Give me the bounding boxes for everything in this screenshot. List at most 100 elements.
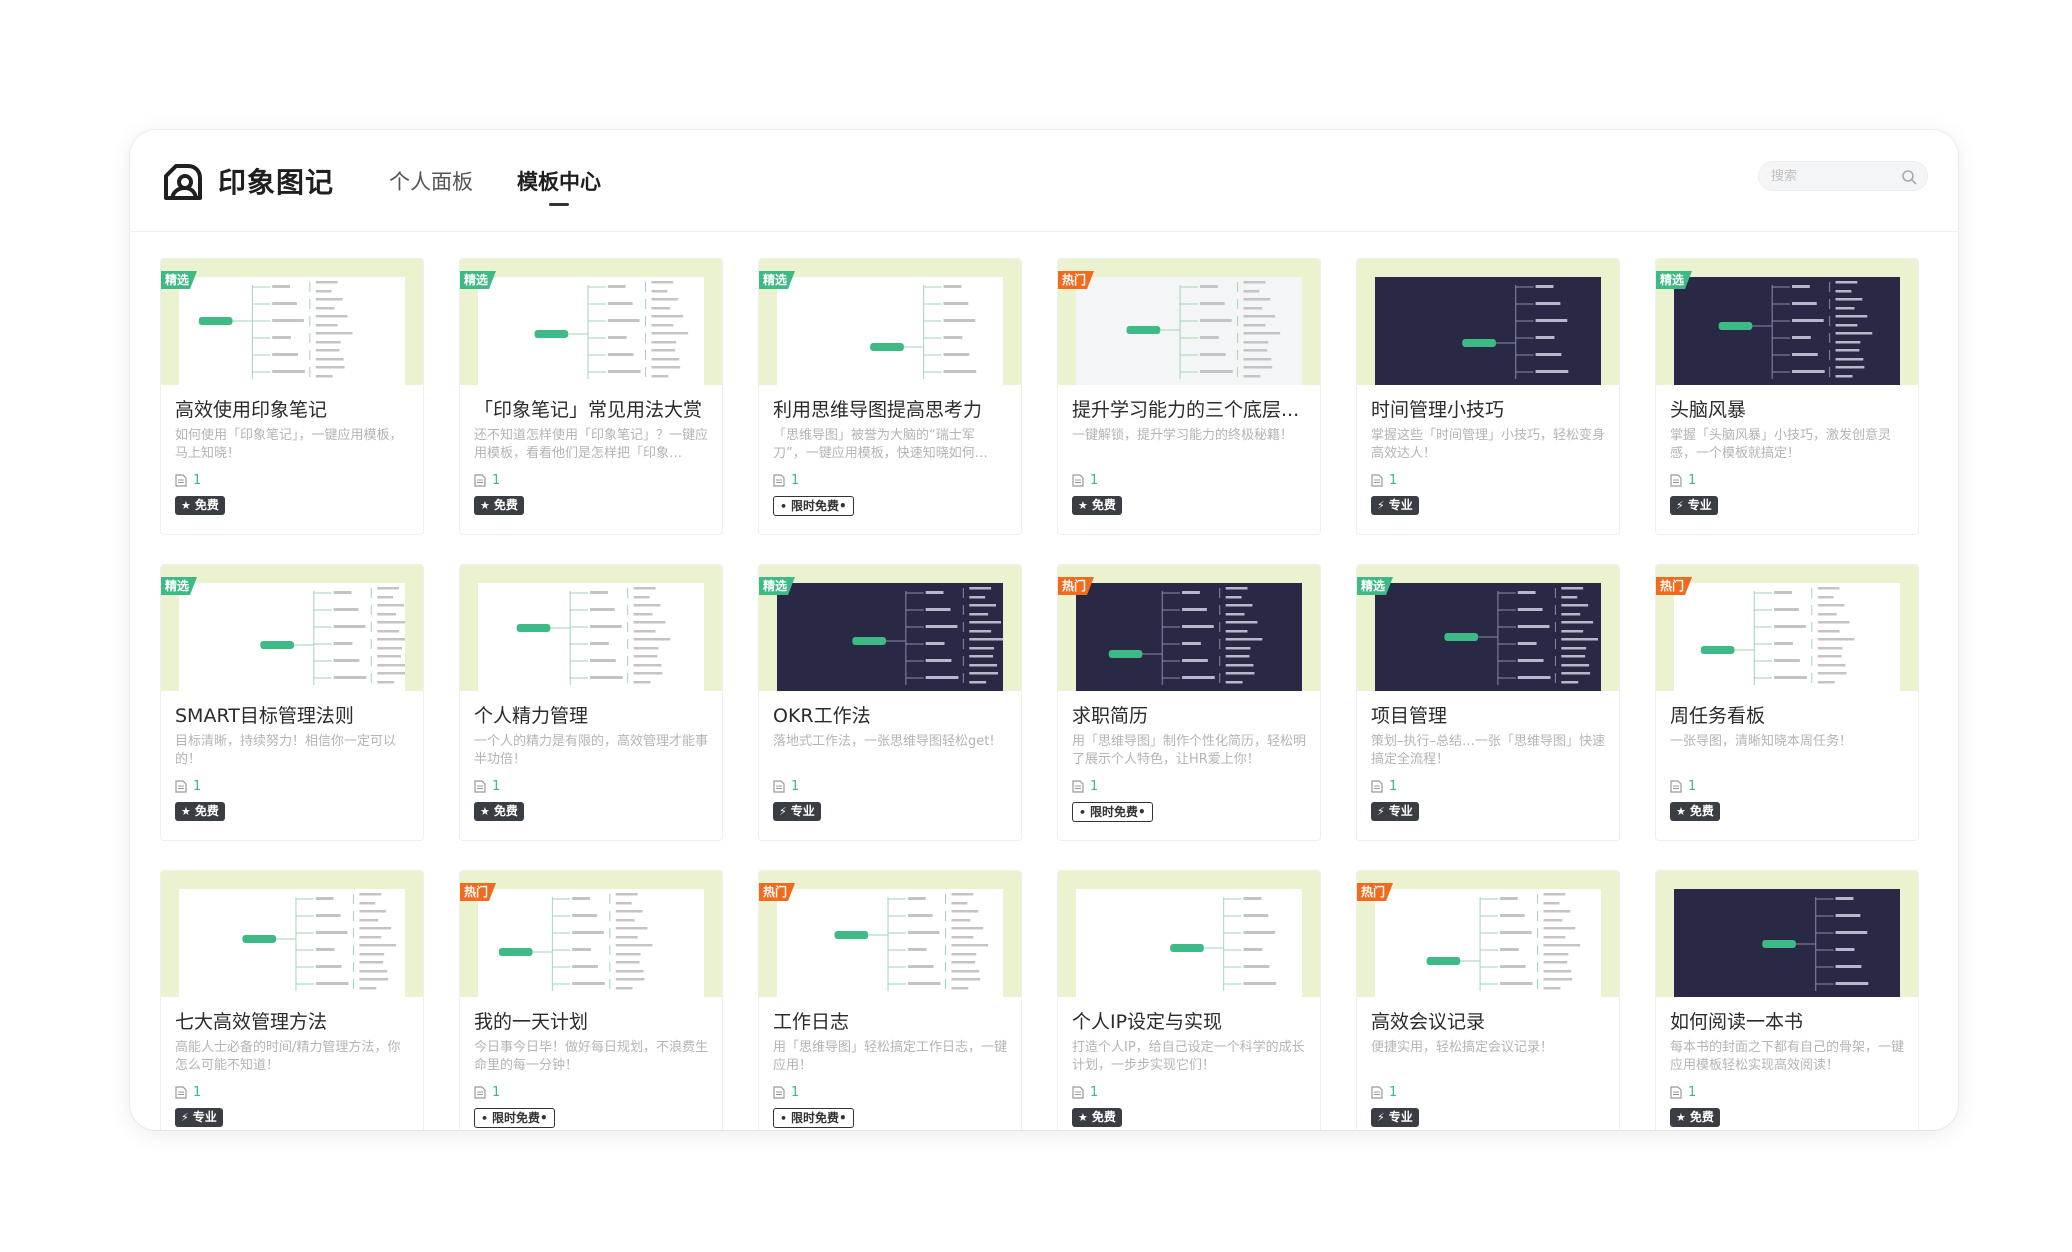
template-thumbnail [1058, 871, 1320, 997]
template-card[interactable]: 精选 「印象笔记」常见用法大赏 还不知道怎样使用「印象笔记」？一键应用模板，看看… [459, 258, 723, 535]
template-card[interactable]: 热门 提升学习能力的三个底层... 一键解锁，提升学习能力的终极秘籍！ 1 ★ … [1057, 258, 1321, 535]
badge-label: 专业 [1388, 498, 1413, 512]
card-body: 求职简历 用「思维导图」制作个性化简历，轻松明了展示个人特色，让HR爱上你！ 1… [1058, 691, 1320, 822]
search-icon[interactable] [1901, 169, 1917, 185]
template-card[interactable]: 热门 求职简历 用「思维导图」制作个性化简历，轻松明了展示个人特色，让HR爱上你… [1057, 564, 1321, 841]
usage-count: 1 [1090, 1085, 1099, 1100]
dot-icon: • [839, 498, 847, 513]
card-title: SMART目标管理法则 [175, 705, 354, 727]
card-description: 还不知道怎样使用「印象笔记」？一键应用模板，看看他们是怎样把「印象… [474, 428, 708, 461]
card-title: 周任务看板 [1670, 705, 1766, 727]
card-meta: 1 [1072, 473, 1306, 488]
price-badge: ★ 免费 [1670, 802, 1720, 821]
mindmap-preview [478, 889, 704, 997]
star-icon: ★ [480, 805, 490, 818]
document-icon [175, 474, 187, 487]
price-badge: ★ 免费 [175, 496, 225, 515]
lightning-icon: ⚡ [1377, 1111, 1385, 1124]
card-title: 提升学习能力的三个底层... [1072, 399, 1300, 421]
mindmap-svg [534, 281, 689, 379]
mindmap-preview [1674, 583, 1900, 691]
mindmap-svg [1126, 281, 1281, 379]
app-logo[interactable]: 印象图记 [160, 158, 334, 204]
usage-count: 1 [1389, 473, 1398, 488]
usage-count: 1 [492, 473, 501, 488]
template-card[interactable]: 如何阅读一本书 每本书的封面之下都有自己的骨架，一键应用模板轻松实现高效阅读！ … [1655, 870, 1919, 1130]
template-thumbnail: 精选 [161, 565, 423, 691]
lightning-icon: ⚡ [1377, 805, 1385, 818]
template-card[interactable]: 个人IP设定与实现 打造个人IP，给自己设定一个科学的成长计划，一步步实现它们！… [1057, 870, 1321, 1130]
document-icon [1072, 780, 1084, 793]
search-input[interactable] [1771, 168, 1891, 184]
usage-count: 1 [1688, 779, 1697, 794]
search-box[interactable] [1758, 161, 1928, 191]
card-meta: 1 [175, 779, 409, 794]
mindmap-svg [198, 281, 353, 379]
star-icon: ★ [1078, 1111, 1088, 1124]
card-title: 我的一天计划 [474, 1011, 589, 1033]
star-icon: ★ [181, 499, 191, 512]
star-icon: ★ [1676, 805, 1686, 818]
template-card[interactable]: 热门 高效会议记录 便捷实用，轻松搞定会议记录！ 1 ⚡ 专业 [1356, 870, 1620, 1130]
card-meta: 1 [1670, 473, 1904, 488]
template-card[interactable]: 七大高效管理方法 高能人士必备的时间/精力管理方法，你怎么可能不知道！ 1 ⚡ … [160, 870, 424, 1130]
lightning-icon: ⚡ [1377, 499, 1385, 512]
card-body: 时间管理小技巧 掌握这些「时间管理」小技巧，轻松变身高效达人！ 1 ⚡ 专业 [1357, 385, 1619, 515]
price-badge: ⚡ 专业 [1371, 496, 1419, 515]
card-body: 七大高效管理方法 高能人士必备的时间/精力管理方法，你怎么可能不知道！ 1 ⚡ … [161, 997, 423, 1127]
mindmap-svg [1762, 897, 1869, 991]
document-icon [474, 1086, 486, 1099]
template-card[interactable]: 精选 OKR工作法 落地式工作法，一张思维导图轻松get! 1 ⚡ 专业 [758, 564, 1022, 841]
mindmap-svg [852, 587, 1003, 685]
card-description: 目标清晰，持续努力！相信你一定可以的！ [175, 734, 397, 767]
document-icon [1371, 1086, 1383, 1099]
card-description: 「思维导图」被誉为大脑的“瑞士军刀”，一键应用模板，快速知晓如何… [773, 428, 988, 461]
card-body: 利用思维导图提高思考力 「思维导图」被誉为大脑的“瑞士军刀”，一键应用模板，快速… [759, 385, 1021, 516]
mindmap-svg [242, 893, 397, 991]
card-description: 如何使用「印象笔记」，一键应用模板，马上知晓！ [175, 428, 403, 461]
card-meta: 1 [1670, 779, 1904, 794]
template-card[interactable]: 热门 周任务看板 一张导图，清晰知晓本周任务！ 1 ★ 免费 [1655, 564, 1919, 841]
template-card[interactable]: 时间管理小技巧 掌握这些「时间管理」小技巧，轻松变身高效达人！ 1 ⚡ 专业 [1356, 258, 1620, 535]
logo-icon [164, 163, 202, 200]
price-badge: ⚡ 专业 [175, 1108, 223, 1127]
template-card[interactable]: 个人精力管理 一个人的精力是有限的，高效管理才能事半功倍！ 1 ★ 免费 [459, 564, 723, 841]
price-badge: ★ 免费 [1072, 496, 1122, 515]
template-card[interactable]: 热门 工作日志 用「思维导图」轻松搞定工作日志，一键应用！ 1 • 限时免费 • [758, 870, 1022, 1130]
document-icon [1371, 780, 1383, 793]
badge-label: 免费 [493, 498, 518, 512]
template-card[interactable]: 精选 高效使用印象笔记 如何使用「印象笔记」，一键应用模板，马上知晓！ 1 ★ … [160, 258, 424, 535]
document-icon [175, 1086, 187, 1099]
nav-personal-dashboard[interactable]: 个人面板 [389, 160, 473, 202]
document-icon [175, 780, 187, 793]
card-title: 高效会议记录 [1371, 1011, 1486, 1033]
usage-count: 1 [1389, 1085, 1398, 1100]
card-meta: 1 [474, 1085, 708, 1100]
card-title: 工作日志 [773, 1011, 850, 1033]
card-description: 掌握这些「时间管理」小技巧，轻松变身高效达人！ [1371, 428, 1605, 461]
template-card[interactable]: 精选 利用思维导图提高思考力 「思维导图」被誉为大脑的“瑞士军刀”，一键应用模板… [758, 258, 1022, 535]
document-icon [773, 474, 785, 487]
price-badge: ★ 免费 [1670, 1108, 1720, 1127]
card-body: 高效使用印象笔记 如何使用「印象笔记」，一键应用模板，马上知晓！ 1 ★ 免费 [161, 385, 423, 515]
price-badge: ⚡ 专业 [1670, 496, 1718, 515]
card-description: 高能人士必备的时间/精力管理方法，你怎么可能不知道！ [175, 1040, 401, 1073]
card-meta: 1 [773, 473, 1007, 488]
template-thumbnail: 热门 [759, 871, 1021, 997]
card-body: 工作日志 用「思维导图」轻松搞定工作日志，一键应用！ 1 • 限时免费 • [759, 997, 1021, 1128]
usage-count: 1 [1090, 473, 1099, 488]
template-thumbnail [1656, 871, 1918, 997]
mindmap-preview [1674, 889, 1900, 997]
nav-template-center[interactable]: 模板中心 [517, 160, 601, 202]
template-grid: 精选 高效使用印象笔记 如何使用「印象笔记」，一键应用模板，马上知晓！ 1 ★ … [160, 258, 1919, 1130]
card-description: 便捷实用，轻松搞定会议记录！ [1371, 1040, 1554, 1055]
card-body: OKR工作法 落地式工作法，一张思维导图轻松get! 1 ⚡ 专业 [759, 691, 1021, 821]
template-card[interactable]: 精选 项目管理 策划–执行–总结…一张「思维导图」快速搞定全流程！ 1 ⚡ 专业 [1356, 564, 1620, 841]
card-description: 一张导图，清晰知晓本周任务！ [1670, 734, 1853, 749]
template-card[interactable]: 热门 我的一天计划 今日事今日毕！做好每日规划，不浪费生命里的每一分钟！ 1 •… [459, 870, 723, 1130]
price-badge: • 限时免费 • [474, 1108, 555, 1128]
lightning-icon: ⚡ [181, 1111, 189, 1124]
template-card[interactable]: 精选 SMART目标管理法则 目标清晰，持续努力！相信你一定可以的！ 1 ★ 免… [160, 564, 424, 841]
dot-icon: • [1138, 804, 1146, 819]
template-card[interactable]: 精选 头脑风暴 掌握「头脑风暴」小技巧，激发创意灵感，一个模板就搞定！ 1 ⚡ … [1655, 258, 1919, 535]
